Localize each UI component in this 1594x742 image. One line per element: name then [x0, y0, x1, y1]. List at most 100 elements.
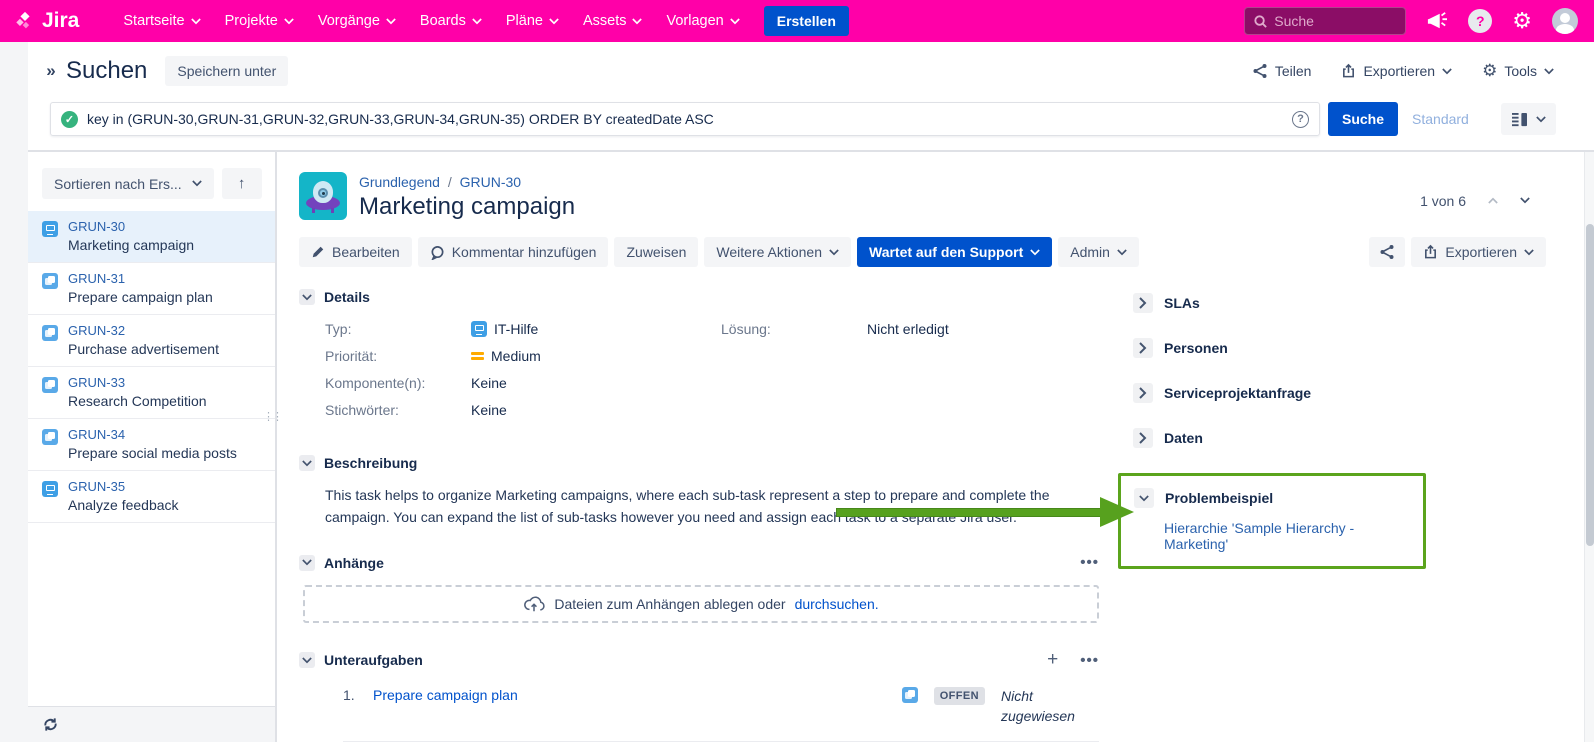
save-as-button[interactable]: Speichern unter	[165, 56, 288, 86]
nav-search-input[interactable]	[1274, 13, 1389, 29]
collapse-section-icon[interactable]	[299, 555, 315, 571]
help-icon[interactable]: ?	[1468, 9, 1492, 33]
section-heading: Details	[324, 289, 370, 305]
collapse-section-icon[interactable]	[299, 289, 315, 305]
more-actions-dropdown[interactable]: Weitere Aktionen	[704, 237, 851, 267]
attachment-dropzone[interactable]: Dateien zum Anhängen ablegen oder durchs…	[303, 585, 1099, 623]
result-pager: 1 von 6	[1420, 180, 1530, 221]
chevron-down-icon	[191, 18, 201, 25]
collapse-filter-panel-button[interactable]: »	[36, 61, 66, 81]
attachments-menu-button[interactable]: •••	[1080, 554, 1099, 571]
chevron-up-icon[interactable]	[1488, 197, 1498, 204]
sort-direction-button[interactable]: ↑	[222, 168, 262, 199]
nav-search-box[interactable]	[1244, 7, 1406, 35]
export-icon	[1341, 63, 1356, 79]
issue-list-item[interactable]: GRUN-33Research Competition	[28, 367, 275, 419]
issue-list-item[interactable]: GRUN-31Prepare campaign plan	[28, 263, 275, 315]
chevron-right-icon[interactable]	[1133, 383, 1153, 403]
issue-list-item[interactable]: GRUN-32Purchase advertisement	[28, 315, 275, 367]
sidebar-footer	[28, 706, 275, 742]
nav-item-assets[interactable]: Assets	[573, 7, 653, 35]
nav-item-projekte[interactable]: Projekte	[215, 7, 304, 35]
query-help-icon[interactable]: ?	[1292, 111, 1309, 128]
layout-switcher-button[interactable]	[1501, 103, 1556, 135]
panel-section-daten[interactable]: Daten	[1133, 428, 1428, 448]
chevron-down-icon[interactable]	[1520, 197, 1530, 204]
comment-bubble-icon	[430, 245, 445, 260]
chevron-right-icon[interactable]	[1133, 338, 1153, 358]
section-heading: Beschreibung	[324, 455, 417, 471]
nav-right-icons: ? ⚙	[1244, 7, 1578, 35]
issue-list-item[interactable]: GRUN-34Prepare social media posts	[28, 419, 275, 471]
export-icon	[1423, 244, 1438, 260]
nav-item-plaene[interactable]: Pläne	[496, 7, 569, 35]
nav-item-vorlagen[interactable]: Vorlagen	[656, 7, 749, 35]
subtask-type-icon	[42, 273, 58, 289]
tools-dropdown[interactable]: ⚙ Tools	[1482, 60, 1554, 82]
cloud-upload-icon	[523, 595, 545, 613]
chevron-down-icon[interactable]	[1134, 488, 1154, 508]
chevron-down-icon	[730, 18, 740, 25]
top-navigation: Jira Startseite Projekte Vorgänge Boards…	[0, 0, 1594, 42]
sort-dropdown[interactable]: Sortieren nach Ers...	[42, 168, 214, 199]
create-button[interactable]: Erstellen	[764, 6, 849, 36]
search-submit-button[interactable]: Suche	[1328, 102, 1398, 136]
panel-resize-handle[interactable]: ⋮⋮	[263, 410, 281, 423]
issue-title: Marketing campaign	[359, 193, 575, 221]
user-avatar[interactable]	[1552, 8, 1578, 34]
query-text[interactable]: key in (GRUN-30,GRUN-31,GRUN-32,GRUN-33,…	[87, 111, 1283, 127]
chevron-right-icon[interactable]	[1133, 293, 1153, 313]
add-comment-button[interactable]: Kommentar hinzufügen	[418, 237, 609, 267]
breadcrumb-issue-link[interactable]: GRUN-30	[460, 174, 521, 190]
issue-list-item[interactable]: GRUN-35Analyze feedback	[28, 471, 275, 523]
edit-button[interactable]: Bearbeiten	[299, 237, 412, 267]
chevron-down-icon	[1524, 249, 1534, 256]
announcements-megaphone-icon[interactable]	[1426, 11, 1448, 31]
section-heading: Anhänge	[324, 555, 384, 571]
admin-dropdown[interactable]: Admin	[1058, 237, 1139, 267]
scrollbar-thumb[interactable]	[1586, 224, 1594, 546]
breadcrumb-project-link[interactable]: Grundlegend	[359, 174, 440, 190]
share-button[interactable]: Teilen	[1252, 63, 1312, 79]
nav-item-startseite[interactable]: Startseite	[113, 7, 210, 35]
chevron-down-icon	[829, 249, 839, 256]
browse-files-link[interactable]: durchsuchen.	[795, 596, 879, 612]
issue-list-item[interactable]: GRUN-30Marketing campaign	[28, 211, 275, 263]
chevron-down-icon	[192, 180, 202, 187]
chevron-right-icon[interactable]	[1133, 428, 1153, 448]
subtask-row: 1. Prepare campaign plan OFFEN Nicht zug…	[343, 687, 1099, 741]
panel-section-personen[interactable]: Personen	[1133, 338, 1428, 358]
standard-mode-link[interactable]: Standard	[1412, 111, 1469, 127]
project-avatar	[299, 172, 347, 220]
panel-section-serviceprojektanfrage[interactable]: Serviceprojektanfrage	[1133, 383, 1428, 403]
status-badge: OFFEN	[934, 687, 985, 705]
hierarchy-link[interactable]: Hierarchie 'Sample Hierarchy - Marketing…	[1164, 520, 1413, 552]
add-subtask-button[interactable]: +	[1047, 649, 1058, 671]
subtask-link[interactable]: Prepare campaign plan	[373, 687, 518, 703]
chevron-down-icon	[472, 18, 482, 25]
export-issue-dropdown[interactable]: Exportieren	[1411, 237, 1546, 267]
export-dropdown[interactable]: Exportieren	[1341, 63, 1452, 79]
collapse-section-icon[interactable]	[299, 652, 315, 668]
nav-item-vorgaenge[interactable]: Vorgänge	[308, 7, 406, 35]
it-help-type-icon	[42, 481, 58, 497]
share-issue-button[interactable]	[1369, 237, 1405, 267]
panel-section-problembeispiel[interactable]: Problembeispiel	[1134, 488, 1413, 508]
nav-menu: Startseite Projekte Vorgänge Boards Plän…	[113, 7, 749, 35]
collapse-section-icon[interactable]	[299, 455, 315, 471]
nav-item-boards[interactable]: Boards	[410, 7, 492, 35]
subtasks-menu-button[interactable]: •••	[1080, 652, 1099, 669]
jql-query-input[interactable]: ✓ key in (GRUN-30,GRUN-31,GRUN-32,GRUN-3…	[50, 102, 1320, 136]
assign-button[interactable]: Zuweisen	[614, 237, 698, 267]
settings-gear-icon[interactable]: ⚙	[1512, 10, 1532, 32]
panel-section-slas[interactable]: SLAs	[1133, 293, 1428, 313]
subtask-type-icon	[42, 377, 58, 393]
details-section: Details Typ: IT-Hilfe	[299, 289, 1099, 429]
workflow-status-dropdown[interactable]: Wartet auf den Support	[857, 237, 1052, 267]
vertical-scrollbar[interactable]	[1584, 152, 1594, 742]
jira-logo[interactable]: Jira	[14, 9, 79, 33]
refresh-icon[interactable]	[42, 716, 59, 733]
it-help-type-icon	[42, 221, 58, 237]
pencil-icon	[311, 245, 325, 259]
detail-view-icon	[1511, 112, 1528, 127]
